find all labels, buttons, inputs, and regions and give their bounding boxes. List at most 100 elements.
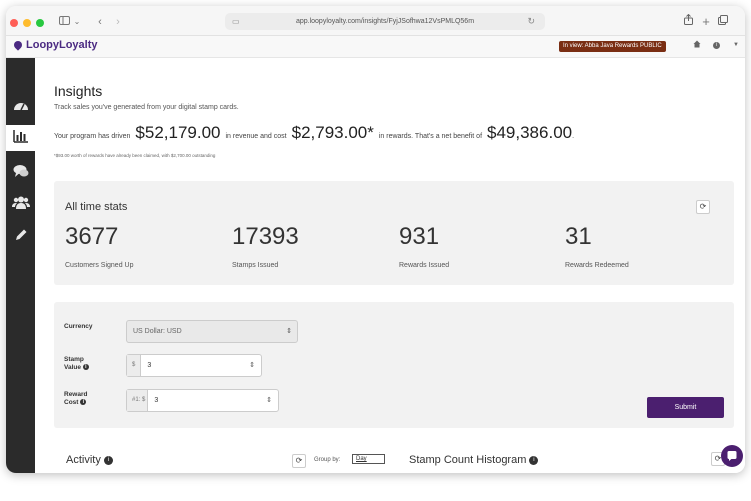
group-by-select[interactable]: Day [352,454,385,464]
sidebar-toggle-icon[interactable] [56,14,72,30]
summary-line: Your program has driven $52,179.00 in re… [54,123,574,143]
stat-label: Rewards Redeemed [565,262,629,269]
main-content: Insights Track sales you've generated fr… [35,58,745,473]
summary-end: . [572,133,575,140]
stat-value: 3677 [65,223,119,250]
stat-label: Rewards Issued [399,262,450,269]
stat-value: 17393 [232,223,299,250]
stat-rewards-issued: 931 Rewards Issued [399,223,449,269]
stats-title: All time stats [65,201,128,213]
stat-value: 31 [565,223,592,250]
net-benefit-value: $49,386.00 [487,123,573,142]
stat-stamps: 17393 Stamps Issued [232,223,299,269]
view-badge[interactable]: In view: Abba Java Rewards PUBLIC [559,41,666,52]
tab-overview-icon[interactable] [717,14,729,30]
sidebar-item-messages[interactable] [6,160,35,186]
maximize-window-button[interactable] [36,19,44,27]
reload-icon[interactable]: ↻ [527,13,535,30]
close-window-button[interactable] [10,19,18,27]
chat-icon [13,164,29,183]
browser-titlebar: ⌄ ‹ › ▭ app.loopyloyalty.com/insights/Fy… [6,6,745,36]
home-icon[interactable] [693,40,701,50]
info-icon[interactable]: i [80,399,87,406]
logo-text: LoopyLoyalty [26,39,98,51]
new-tab-icon[interactable]: + [700,14,712,30]
rewards-footnote: *$93.00 worth of rewards have already be… [54,153,216,158]
pencil-icon [14,228,28,247]
info-icon[interactable]: i [103,455,113,465]
refresh-icon: ⟳ [699,202,707,211]
stamp-value-input[interactable]: 3 [141,355,249,376]
info-icon[interactable]: i [713,40,720,50]
sidebar [6,58,35,473]
app-header: LoopyLoyalty In view: Abba Java Rewards … [6,36,745,58]
page-subtitle: Track sales you've generated from your d… [54,104,239,111]
activity-refresh-button[interactable]: ⟳ [292,454,306,468]
currency-prefix: $ [127,355,142,376]
reward-cost-label-line1: Reward [64,391,88,398]
cost-value: $2,793.00* [291,123,374,142]
bar-chart-icon [12,129,29,148]
reward-cost-label: Reward Cost i [64,391,87,407]
support-chat-button[interactable] [721,445,743,467]
currency-select[interactable]: US Dollar: USD ⇕ [126,320,298,343]
stamp-value-field[interactable]: $ 3 ⇕ [126,354,262,377]
stamp-value-label-line2: Value [64,364,81,371]
info-icon[interactable]: i [529,455,539,465]
minimize-window-button[interactable] [23,19,31,27]
sidebar-item-insights[interactable] [6,125,35,151]
info-icon[interactable]: i [82,364,89,371]
stat-label: Customers Signed Up [65,262,134,269]
summary-suffix: in rewards. That's a net benefit of [378,133,483,140]
stats-refresh-button[interactable]: ⟳ [696,200,710,214]
sidebar-item-customers[interactable] [6,192,35,218]
histogram-title: Stamp Count Histogram i [409,454,539,466]
stat-customers: 3677 Customers Signed Up [65,223,133,269]
stepper-icon[interactable]: ⇕ [249,355,261,376]
chat-icon [727,451,737,461]
users-icon [11,196,30,215]
stamp-value-label: Stamp Value i [64,356,89,372]
all-time-stats-panel: All time stats ⟳ 3677 Customers Signed U… [54,181,734,285]
refresh-icon: ⟳ [295,456,303,465]
activity-title: Activity i [66,454,113,466]
sidebar-item-dashboard[interactable] [6,94,35,120]
activity-title-text: Activity [66,454,101,466]
location-pin-icon [12,39,24,51]
chevron-down-icon[interactable]: ▼ [733,42,739,48]
summary-middle: in revenue and cost [225,133,287,140]
reward-cost-input[interactable]: 3 [147,390,266,411]
summary-prefix: Your program has driven [54,133,131,140]
currency-value: US Dollar: USD [133,328,182,335]
stepper-icon[interactable]: ⇕ [266,390,278,411]
sidebar-item-edit[interactable] [6,224,35,250]
page-icon: ▭ [232,17,240,26]
share-icon[interactable] [682,13,694,30]
page-title: Insights [54,83,103,99]
reward-cost-label-line2: Cost [64,399,79,406]
back-button[interactable]: ‹ [94,14,106,30]
stat-rewards-redeemed: 31 Rewards Redeemed [565,223,629,269]
forward-button[interactable]: › [112,14,124,30]
chevron-down-icon[interactable]: ⌄ [72,14,82,30]
loopy-logo[interactable]: LoopyLoyalty [12,39,98,51]
revenue-value: $52,179.00 [135,123,221,142]
dashboard-icon [13,98,29,116]
select-arrows-icon: ⇕ [286,328,292,335]
group-by-value: Day [356,456,367,462]
reward-number-prefix: #1: $ [127,390,148,411]
stamp-value-label-line1: Stamp [64,356,84,363]
reward-cost-field[interactable]: #1: $ 3 ⇕ [126,389,279,412]
currency-prefix: $ [142,397,146,403]
stat-value: 931 [399,223,440,250]
submit-button[interactable]: Submit [647,397,724,418]
url-text: app.loopyloyalty.com/insights/FyjJSofhwa… [295,18,475,25]
stat-label: Stamps Issued [232,262,279,269]
group-by-label: Group by: [314,457,341,463]
value-settings-panel: Currency US Dollar: USD ⇕ Stamp Value i … [54,302,734,428]
reward-index: #1: [132,397,141,403]
currency-label: Currency [64,323,93,330]
address-bar[interactable]: ▭ app.loopyloyalty.com/insights/FyjJSofh… [225,13,545,30]
histogram-title-text: Stamp Count Histogram [409,454,527,466]
browser-window: ⌄ ‹ › ▭ app.loopyloyalty.com/insights/Fy… [6,6,745,473]
